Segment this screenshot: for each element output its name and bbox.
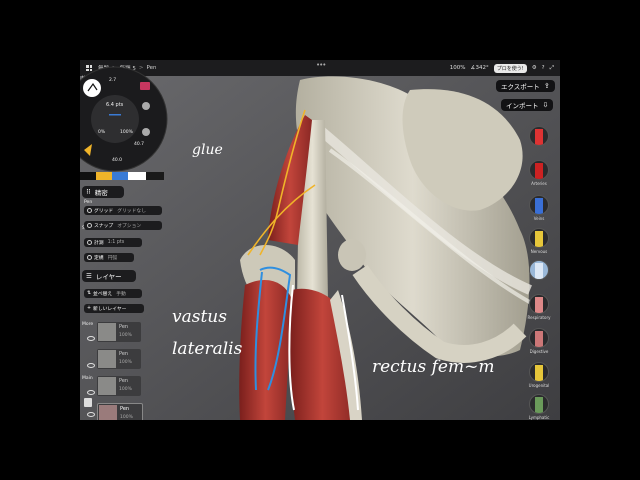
- snap-icon: [87, 223, 92, 228]
- layer-item[interactable]: Pen 100%: [97, 349, 141, 369]
- layer-thumbnail: [98, 323, 116, 341]
- swatch-dark[interactable]: [146, 172, 164, 180]
- system-arteries[interactable]: Arteries: [527, 160, 551, 186]
- system-skeletal[interactable]: [527, 126, 551, 146]
- pen-tool-icon[interactable]: [83, 79, 101, 97]
- layer-item-active[interactable]: Pen 100%: [97, 403, 143, 420]
- annotation-glue: glue: [192, 142, 223, 158]
- import-icon: ⇩: [542, 101, 549, 109]
- nervous-icon: [529, 228, 549, 248]
- swatch-yellow[interactable]: [96, 172, 112, 180]
- system-digestive[interactable]: Digestive: [527, 328, 551, 354]
- layers-header[interactable]: ☰ レイヤー: [82, 270, 136, 282]
- veins-icon: [529, 195, 549, 215]
- marker-tool-icon[interactable]: [140, 82, 150, 90]
- precision-row-snap[interactable]: スナップ オプション: [84, 221, 162, 230]
- app-window: glue vastus lateralis rectus fem~m 無題 > …: [80, 60, 560, 420]
- visibility-eye-icon[interactable]: [87, 412, 95, 417]
- arteries-icon: [529, 160, 549, 180]
- dial-brush-size: 6.4 pts: [106, 102, 124, 108]
- precision-sublabel: Pen: [84, 200, 93, 205]
- more-dots-icon[interactable]: •••: [316, 61, 326, 69]
- ruler-icon: [87, 255, 92, 260]
- system-lymphatic[interactable]: Lymphatic: [527, 394, 551, 420]
- angle-readout[interactable]: ∡342°: [471, 65, 489, 71]
- precision-row-ruler[interactable]: 定規 円弧: [84, 253, 134, 262]
- plus-icon: +: [87, 306, 92, 311]
- grid-menu-icon: ⠿: [86, 188, 91, 196]
- swatch-blue[interactable]: [112, 172, 128, 180]
- visibility-eye-icon[interactable]: [87, 390, 95, 395]
- annotation-rectus-femoris: rectus fem~m: [372, 357, 494, 377]
- dial-opacity-min: 0%: [98, 130, 106, 135]
- precision-header[interactable]: ⠿ 精密: [82, 186, 124, 198]
- visibility-eye-icon[interactable]: [87, 363, 95, 368]
- dial-bottom-value: 40.0: [112, 158, 123, 163]
- precision-row-measure[interactable]: 計測 1:1 pts: [84, 238, 142, 247]
- layer-side-main[interactable]: Main: [82, 376, 93, 381]
- dial-top-value: 2.7: [109, 78, 117, 83]
- vastus-lateralis-muscle: [239, 280, 292, 420]
- skeleton-icon: [529, 126, 549, 146]
- measure-icon: [87, 240, 92, 245]
- layers-title: レイヤー: [95, 273, 122, 281]
- swatch-black[interactable]: [80, 172, 96, 180]
- respiratory-icon: [529, 294, 549, 314]
- zoom-readout[interactable]: 100%: [450, 65, 466, 71]
- export-label: エクスポート: [501, 83, 540, 91]
- system-respiratory[interactable]: Respiratory: [527, 294, 551, 320]
- layer-item[interactable]: Pen 100%: [97, 376, 141, 396]
- layer-side-more[interactable]: More: [82, 322, 93, 327]
- grid-icon: [87, 208, 92, 213]
- annotation-lateralis: lateralis: [172, 339, 243, 359]
- pro-button[interactable]: プロを使う!: [493, 63, 527, 73]
- eraser-tool-icon[interactable]: [142, 102, 150, 110]
- system-nervous[interactable]: Nervous: [527, 228, 551, 254]
- import-label: インポート: [506, 102, 539, 110]
- visibility-eye-icon[interactable]: [87, 336, 95, 341]
- lymph-node-icon: [529, 260, 549, 280]
- smudge-tool-icon[interactable]: [142, 128, 150, 136]
- brush-dial[interactable]: 2.7 6.4 pts 0% 100% 40.0 40.7: [80, 66, 168, 172]
- fullscreen-icon[interactable]: ⤢: [550, 65, 554, 72]
- layer-thumbnail: [98, 377, 116, 395]
- trash-icon[interactable]: [84, 398, 92, 407]
- swatch-white[interactable]: [128, 172, 146, 180]
- lymphatic-icon: [529, 394, 549, 414]
- femoral-head: [338, 239, 366, 271]
- help-icon[interactable]: ?: [542, 65, 545, 71]
- new-layer-button[interactable]: + 新しいレイヤー: [84, 304, 144, 313]
- dial-opacity-max: 100%: [120, 130, 133, 135]
- color-swatch-bar[interactable]: [80, 172, 164, 180]
- system-lymph-node[interactable]: [527, 260, 551, 280]
- annotation-vastus: vastus: [172, 307, 227, 327]
- dial-right-value: 40.7: [134, 142, 145, 147]
- export-icon: ⇪: [543, 82, 550, 90]
- layers-sort-row[interactable]: ⇅ 並べ替え 手動: [84, 289, 142, 298]
- settings-gear-icon[interactable]: ⚙: [532, 65, 537, 71]
- sort-icon: ⇅: [87, 291, 92, 296]
- layer-item[interactable]: Pen 100%: [97, 322, 141, 342]
- layers-menu-icon: ☰: [86, 272, 92, 280]
- urogenital-icon: [529, 362, 549, 382]
- precision-row-grid[interactable]: グリッド グリッドなし: [84, 206, 162, 215]
- layer-thumbnail: [98, 350, 116, 368]
- digestive-icon: [529, 328, 549, 348]
- export-button[interactable]: エクスポート ⇪: [496, 80, 555, 92]
- precision-title: 精密: [94, 189, 108, 197]
- layer-thumbnail: [99, 405, 117, 420]
- import-button[interactable]: インポート ⇩: [501, 99, 554, 111]
- system-urogenital[interactable]: Urogenital: [527, 362, 551, 388]
- system-veins[interactable]: Veins: [527, 195, 551, 221]
